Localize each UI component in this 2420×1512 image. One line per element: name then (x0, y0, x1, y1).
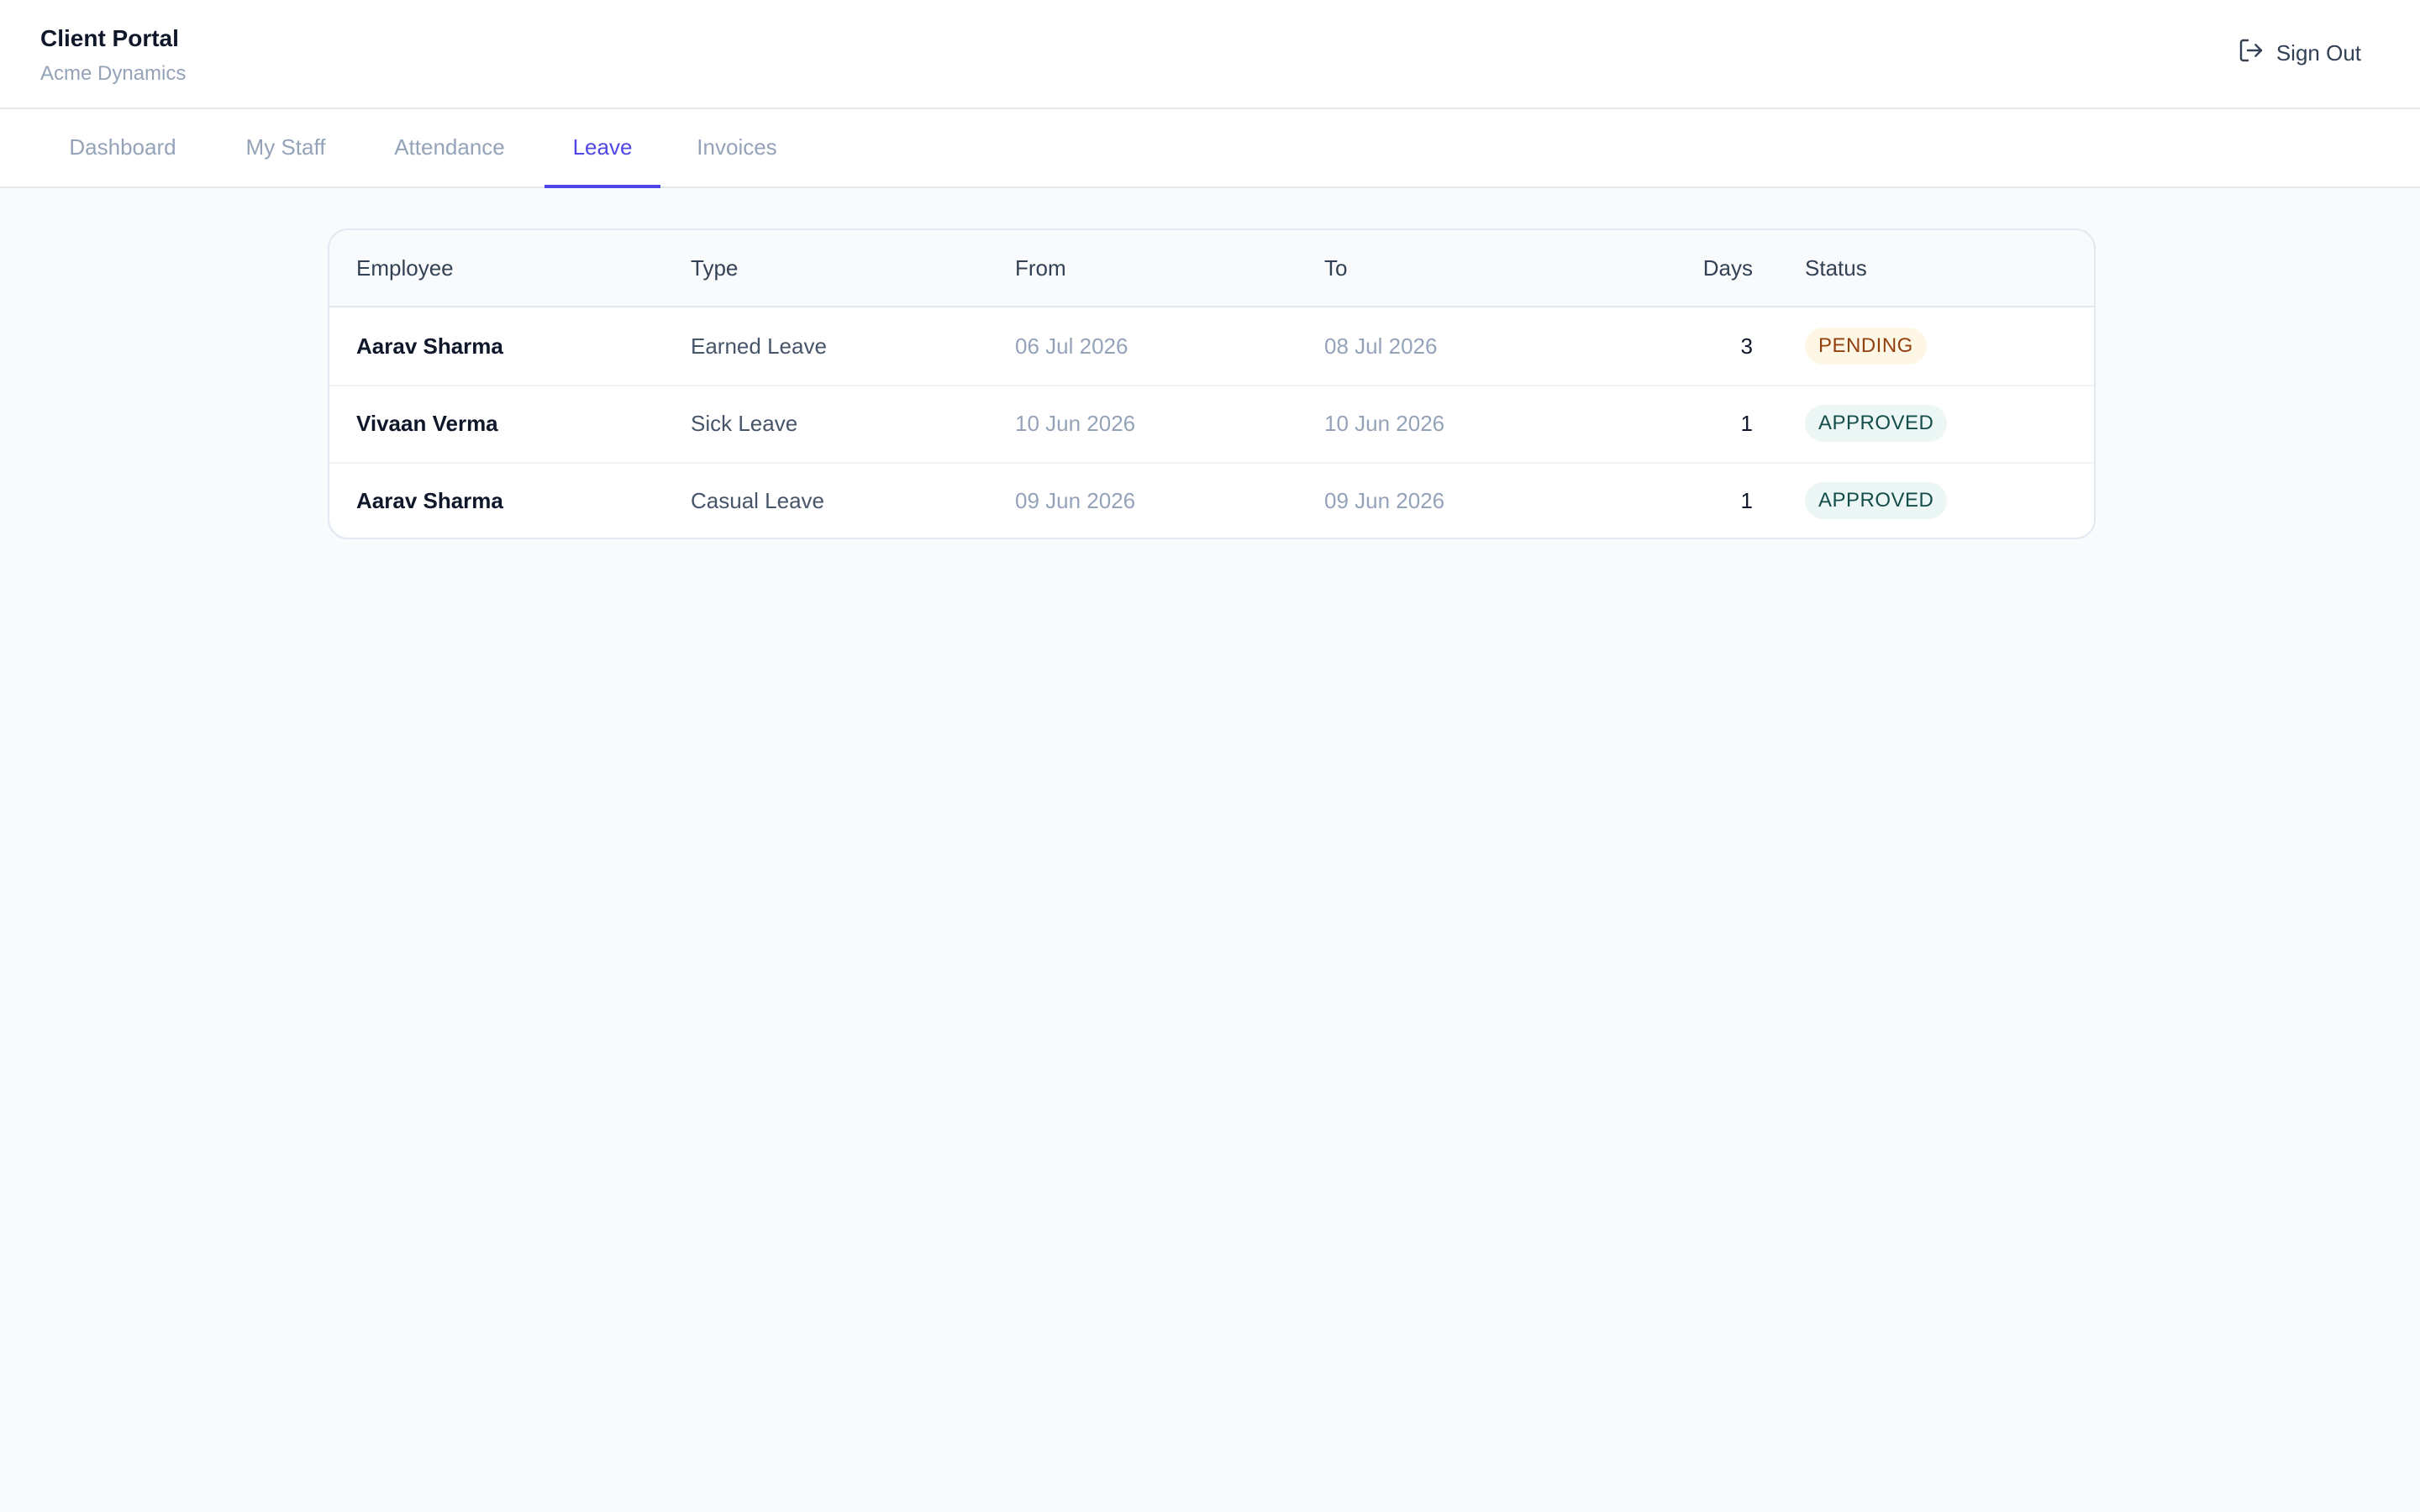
column-header-days: Days (1702, 255, 1753, 281)
status-badge: PENDING (1805, 328, 1927, 365)
sign-out-button[interactable]: Sign Out (2238, 37, 2361, 70)
employee-name: Aarav Sharma (356, 488, 503, 513)
company-name: Acme Dynamics (40, 62, 187, 85)
column-header-to: To (1324, 255, 1348, 281)
from-date: 10 Jun 2026 (1015, 411, 1136, 436)
sign-out-icon (2238, 37, 2265, 70)
table-row[interactable]: Aarav Sharma Earned Leave 06 Jul 2026 08… (329, 307, 2094, 386)
tab-attendance[interactable]: Attendance (370, 109, 529, 186)
tab-my-staff[interactable]: My Staff (227, 109, 345, 186)
leave-days: 1 (1740, 488, 1753, 513)
from-date: 06 Jul 2026 (1015, 333, 1128, 359)
column-header-type: Type (691, 255, 739, 281)
leave-days: 1 (1740, 411, 1753, 436)
table-header: Employee Type From To Days Status (329, 230, 2094, 307)
status-badge: APPROVED (1805, 405, 1948, 442)
nav-tabs: Dashboard My Staff Attendance Leave Invo… (0, 109, 2420, 188)
column-header-from: From (1015, 255, 1066, 281)
from-date: 09 Jun 2026 (1015, 488, 1136, 513)
leave-type: Sick Leave (691, 411, 798, 436)
to-date: 10 Jun 2026 (1324, 411, 1445, 436)
status-badge: APPROVED (1805, 482, 1948, 519)
table-row[interactable]: Aarav Sharma Casual Leave 09 Jun 2026 09… (329, 462, 2094, 538)
tab-dashboard[interactable]: Dashboard (40, 109, 205, 186)
table-row[interactable]: Vivaan Verma Sick Leave 10 Jun 2026 10 J… (329, 385, 2094, 464)
employee-name: Vivaan Verma (356, 411, 498, 436)
leave-type: Earned Leave (691, 333, 827, 359)
employee-name: Aarav Sharma (356, 333, 503, 359)
column-header-employee: Employee (356, 255, 454, 281)
leave-days: 3 (1740, 333, 1753, 359)
column-header-status: Status (1805, 255, 1867, 281)
leave-table: Employee Type From To Days Status Aarav … (328, 228, 2096, 539)
to-date: 08 Jul 2026 (1324, 333, 1438, 359)
app-header: Client Portal Acme Dynamics Sign Out (0, 0, 2420, 109)
sign-out-label: Sign Out (2275, 40, 2361, 66)
app-title: Client Portal (40, 25, 179, 51)
tab-leave[interactable]: Leave (544, 109, 660, 188)
leave-type: Casual Leave (691, 488, 824, 513)
to-date: 09 Jun 2026 (1324, 488, 1445, 513)
tab-invoices[interactable]: Invoices (682, 109, 792, 186)
